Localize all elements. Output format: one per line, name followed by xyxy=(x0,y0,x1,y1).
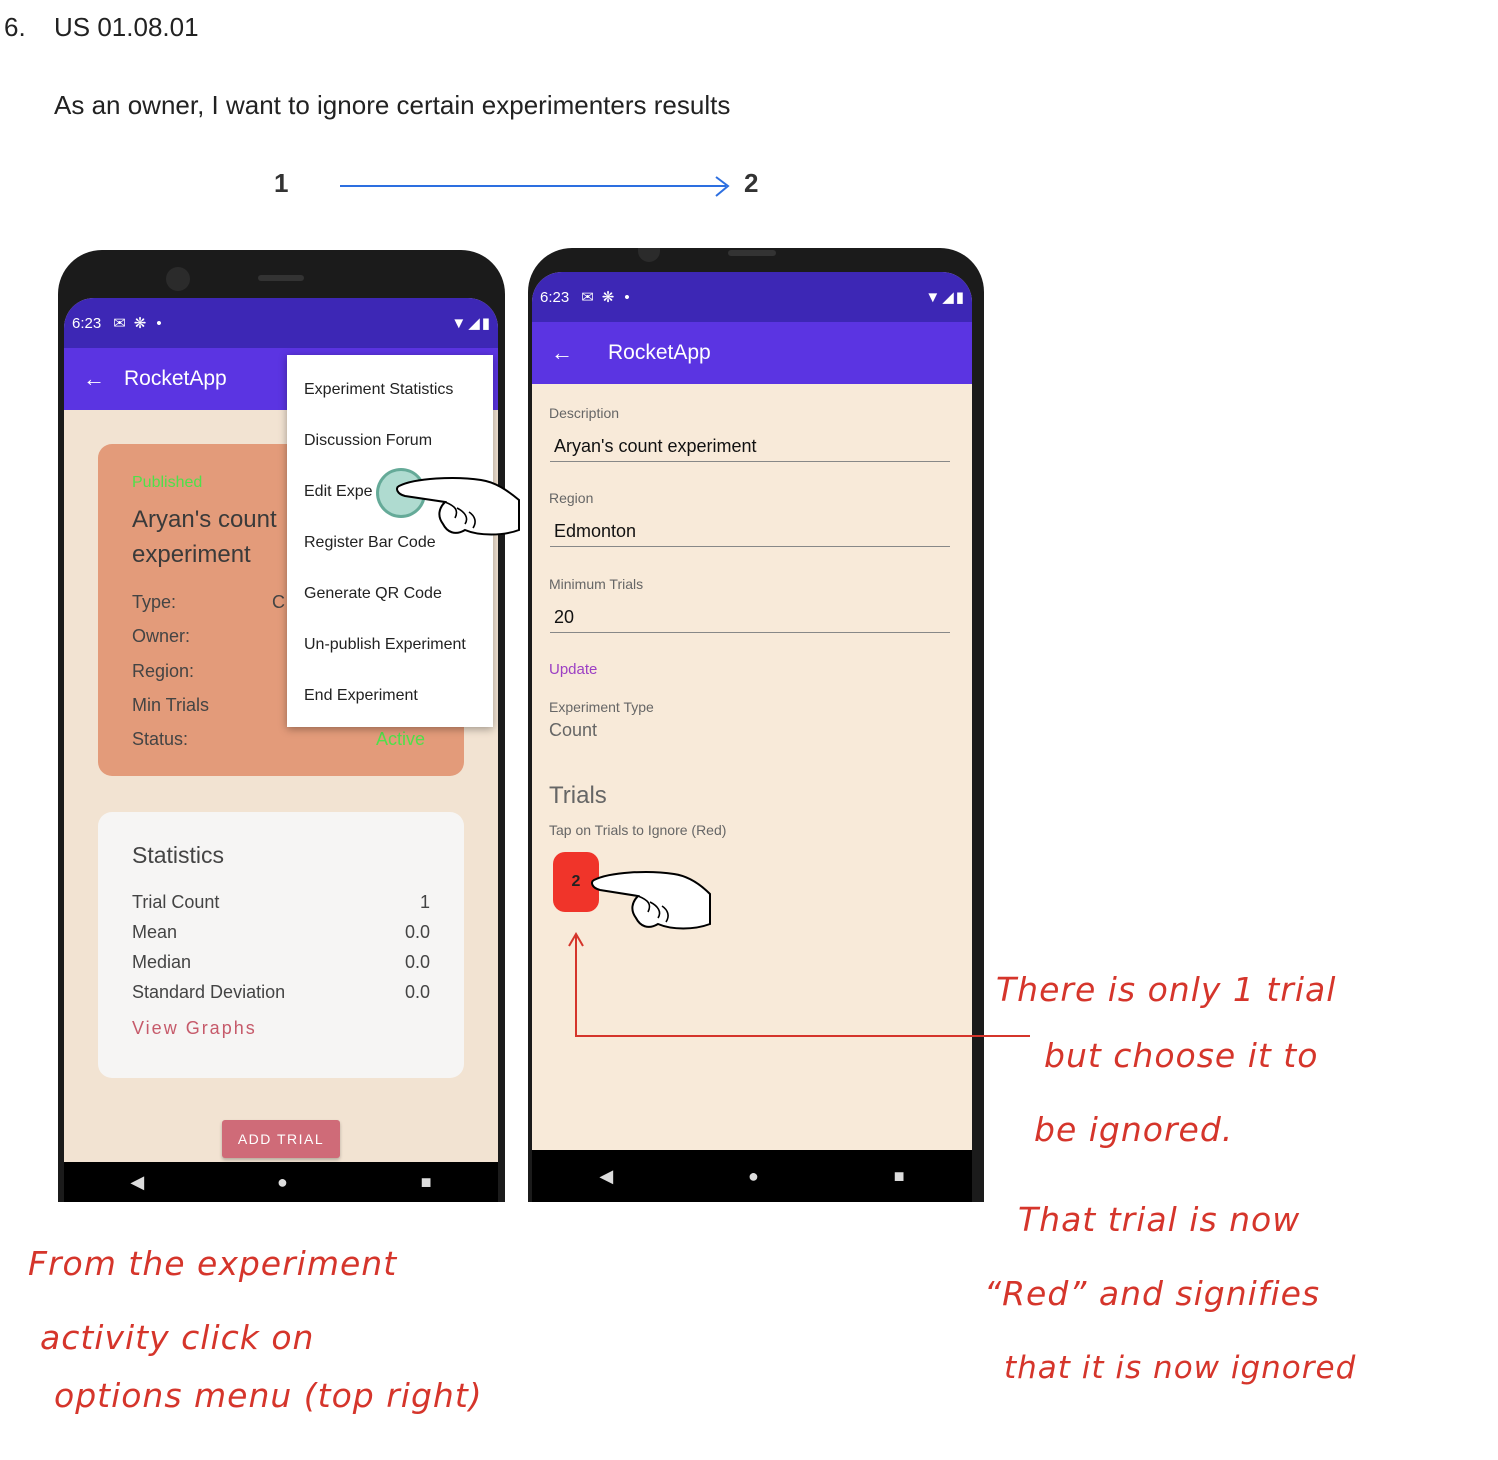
std-dev-label: Standard Deviation xyxy=(132,982,286,1002)
options-menu: Experiment Statistics Discussion Forum E… xyxy=(287,355,493,727)
region-underline xyxy=(550,546,950,547)
status-time: 6:23 xyxy=(540,288,570,306)
statistics-title: Statistics xyxy=(132,842,225,868)
gmail-icon: ✉ xyxy=(581,289,594,306)
std-dev-value: 0.0 xyxy=(404,982,430,1002)
phone-frame-2: 6:23 ✉ ❋ • ▼◢▮ ← RocketApp Description A… xyxy=(528,248,984,1202)
camera-icon xyxy=(166,267,190,291)
view-graphs-link[interactable]: View Graphs xyxy=(132,1018,257,1039)
status-label: Status: xyxy=(132,729,189,749)
experiment-title-line1: Aryan's count xyxy=(132,506,277,533)
nav-bar: ◀ ● ■ xyxy=(532,1150,972,1202)
min-trials-underline xyxy=(550,632,950,633)
region-input[interactable]: Edmonton xyxy=(554,521,636,542)
status-time: 6:23 xyxy=(72,314,102,332)
nav-bar: ◀ ● ■ xyxy=(64,1162,498,1202)
basketball-icon: ❋ xyxy=(133,315,147,332)
min-trials-label: Min Trials xyxy=(132,695,210,715)
experiment-type-value: Count xyxy=(549,720,598,740)
back-nav-icon[interactable]: ◀ xyxy=(599,1166,613,1187)
owner-label: Owner: xyxy=(132,626,191,646)
back-nav-icon[interactable]: ◀ xyxy=(130,1172,144,1193)
app-title: RocketApp xyxy=(124,367,227,390)
signal-battery-icon: ▼◢▮ xyxy=(451,315,492,332)
annotation-right-line3: be ignored. xyxy=(1034,1110,1234,1149)
description-underline xyxy=(550,461,950,462)
arrow-left-icon[interactable]: ← xyxy=(532,340,592,366)
status-bar: 6:23 ✉ ❋ • ▼◢▮ xyxy=(532,272,972,322)
menu-item-generate-qr-code[interactable]: Generate QR Code xyxy=(287,568,493,619)
status-value: Active xyxy=(376,729,426,749)
annotation-left-line1: From the experiment xyxy=(28,1244,398,1283)
speaker-grille xyxy=(258,275,304,281)
step-arrow-icon xyxy=(340,176,730,197)
step-one-label: 1 xyxy=(274,168,289,198)
recents-nav-icon[interactable]: ■ xyxy=(894,1166,905,1187)
mean-label: Mean xyxy=(132,922,178,942)
annotation-right-line5: “Red” and signifies xyxy=(984,1274,1321,1313)
menu-item-unpublish-experiment[interactable]: Un-publish Experiment xyxy=(287,619,493,670)
menu-item-end-experiment[interactable]: End Experiment xyxy=(287,670,493,721)
screen-1: 6:23 ✉ ❋ • ▼◢▮ ← RocketApp Published Ary… xyxy=(64,298,498,1202)
home-nav-icon[interactable]: ● xyxy=(748,1166,759,1187)
phone-frame-1: 6:23 ✉ ❋ • ▼◢▮ ← RocketApp Published Ary… xyxy=(58,250,505,1202)
story-number: 6. xyxy=(4,12,26,42)
annotation-right-line1: There is only 1 trial xyxy=(996,970,1337,1009)
dot-icon: • xyxy=(156,314,162,332)
experiment-type-label: Experiment Type xyxy=(549,699,654,715)
description-input[interactable]: Aryan's count experiment xyxy=(554,436,757,457)
camera-icon xyxy=(638,248,660,262)
description-label: Description xyxy=(549,405,620,421)
type-label: Type: xyxy=(132,592,177,612)
story-text: As an owner, I want to ignore certain ex… xyxy=(54,90,731,120)
type-value: C xyxy=(272,592,285,612)
dot-icon: • xyxy=(624,288,630,306)
recents-nav-icon[interactable]: ■ xyxy=(421,1172,432,1193)
annotation-right-line6: that it is now ignored xyxy=(1004,1350,1357,1386)
menu-item-discussion-forum[interactable]: Discussion Forum xyxy=(287,415,493,466)
region-label: Region xyxy=(549,490,594,506)
annotation-right-line4: That trial is now xyxy=(1018,1200,1301,1239)
story-id: US 01.08.01 xyxy=(54,12,199,42)
trials-hint: Tap on Trials to Ignore (Red) xyxy=(549,822,727,838)
add-trial-button[interactable]: ADD TRIAL xyxy=(222,1120,340,1158)
app-bar: ← RocketApp xyxy=(532,322,972,384)
signal-battery-icon: ▼◢▮ xyxy=(925,289,966,306)
statistics-card: Statistics Trial Count 1 Mean 0.0 Median… xyxy=(98,812,464,1078)
published-label: Published xyxy=(132,474,203,491)
app-title: RocketApp xyxy=(608,341,711,364)
annotation-arrow-icon xyxy=(568,932,1030,1037)
screen-2: 6:23 ✉ ❋ • ▼◢▮ ← RocketApp Description A… xyxy=(532,272,972,1202)
min-trials-label: Minimum Trials xyxy=(549,576,644,592)
pointing-hand-icon xyxy=(396,477,520,536)
trials-title: Trials xyxy=(549,782,607,809)
annotation-left-line2: activity click on xyxy=(40,1318,315,1357)
update-button[interactable]: Update xyxy=(549,661,597,678)
region-label: Region: xyxy=(132,661,195,681)
annotation-right-line2: but choose it to xyxy=(1044,1036,1319,1075)
status-bar: 6:23 ✉ ❋ • ▼◢▮ xyxy=(64,298,498,348)
experiment-title-line2: experiment xyxy=(132,541,251,568)
trial-count-value: 1 xyxy=(419,892,430,912)
speaker-grille xyxy=(728,250,776,256)
gmail-icon: ✉ xyxy=(113,315,126,332)
mean-value: 0.0 xyxy=(404,922,430,942)
arrow-left-icon[interactable]: ← xyxy=(64,366,124,392)
trial-count-label: Trial Count xyxy=(132,892,220,912)
median-value: 0.0 xyxy=(404,952,430,972)
menu-item-experiment-statistics[interactable]: Experiment Statistics xyxy=(287,364,493,415)
home-nav-icon[interactable]: ● xyxy=(277,1172,288,1193)
min-trials-input[interactable]: 20 xyxy=(554,607,574,628)
pointing-hand-icon xyxy=(591,871,711,930)
annotation-left-line3: options menu (top right) xyxy=(54,1376,483,1415)
median-label: Median xyxy=(132,952,192,972)
step-two-label: 2 xyxy=(744,168,759,198)
basketball-icon: ❋ xyxy=(601,289,615,306)
